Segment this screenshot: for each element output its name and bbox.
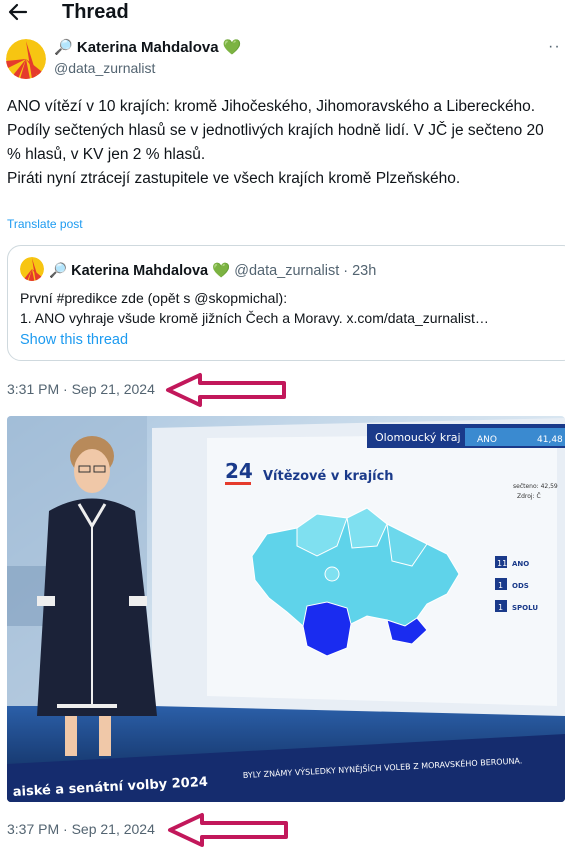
more-options-button[interactable]: ·· xyxy=(548,38,561,56)
legend-count-2: 1 xyxy=(498,603,503,612)
green-heart-icon: 💚 xyxy=(222,39,242,56)
tv-logo: 24 xyxy=(225,459,253,483)
magnifier-icon: 🔎 xyxy=(54,39,73,56)
magnifier-icon: 🔎 xyxy=(49,263,68,279)
author-handle[interactable]: @data_zurnalist xyxy=(54,60,155,76)
pink-arrow-icon xyxy=(168,813,288,847)
avatar[interactable] xyxy=(6,39,46,79)
quote-avatar xyxy=(20,257,44,281)
green-heart-icon: 💚 xyxy=(212,263,231,279)
legend-count-0: 11 xyxy=(497,559,507,568)
tv-map-title: Vítězové v krajích xyxy=(263,469,394,484)
arrow-left-icon[interactable] xyxy=(6,0,30,24)
post-timestamp-2[interactable]: 3:37 PM · Sep 21, 2024 xyxy=(7,821,155,837)
tv-region-label: Olomoucký kraj xyxy=(375,431,461,444)
translate-post-link[interactable]: Translate post xyxy=(7,217,83,231)
show-thread-link[interactable]: Show this thread xyxy=(20,332,128,348)
tv-counted: sečteno: 42,59 xyxy=(513,483,558,490)
author-name[interactable]: Katerina Mahdalova xyxy=(77,39,219,56)
quote-text: První #predikce zde (opět s @skopmichal)… xyxy=(20,290,489,326)
quote-author-line: 🔎 Katerina Mahdalova 💚 @data_zurnalist ·… xyxy=(49,262,376,279)
legend-party-1: ODS xyxy=(512,582,529,590)
tv-source: Zdroj: Č xyxy=(517,493,541,500)
author-line[interactable]: 🔎 Katerina Mahdalova 💚 xyxy=(54,38,241,58)
post-timestamp[interactable]: 3:31 PM · Sep 21, 2024 xyxy=(7,381,155,397)
quote-handle: @data_zurnalist xyxy=(234,263,340,279)
post-image[interactable]: Olomoucký kraj ANO 41,48 24 Vítězové v k… xyxy=(7,416,565,802)
quoted-post[interactable]: 🔎 Katerina Mahdalova 💚 @data_zurnalist ·… xyxy=(7,245,565,361)
post-text: ANO vítězí v 10 krajích: kromě Jihočeské… xyxy=(7,98,544,187)
tv-region-value: 41,48 xyxy=(537,435,563,445)
page-title: Thread xyxy=(62,1,129,23)
legend-party-2: SPOLU xyxy=(512,604,538,612)
legend-count-1: 1 xyxy=(498,581,503,590)
quote-age: · 23h xyxy=(343,263,377,279)
tv-region-party: ANO xyxy=(477,435,497,445)
thread-header: Thread xyxy=(0,0,565,26)
quote-author-name: Katerina Mahdalova xyxy=(71,263,209,279)
pink-arrow-icon xyxy=(166,373,286,407)
legend-party-0: ANO xyxy=(512,560,529,568)
